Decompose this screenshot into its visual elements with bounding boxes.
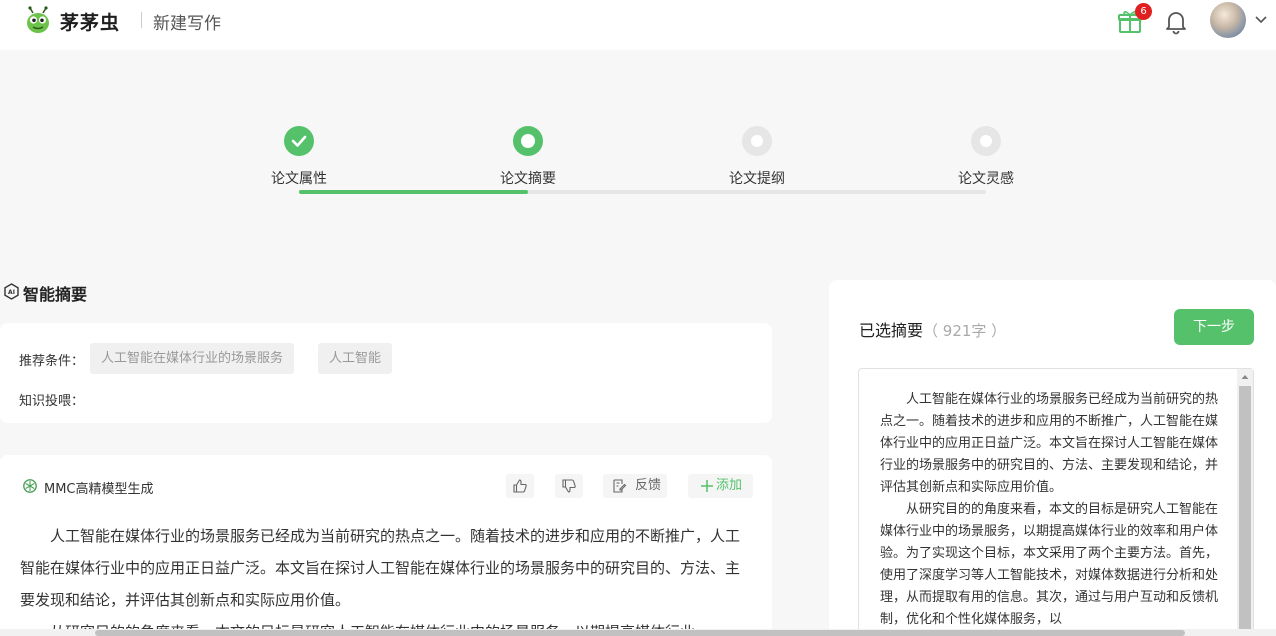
svg-text:AI: AI	[8, 289, 15, 296]
selected-abstract-box[interactable]: 人工智能在媒体行业的场景服务已经成为当前研究的热点之一。随着技术的进步和应用的不…	[858, 368, 1254, 636]
bug-logo-icon[interactable]	[24, 6, 52, 34]
scroll-up-arrow-icon[interactable]	[1240, 372, 1250, 382]
progress-steps	[0, 50, 1276, 280]
dislike-button[interactable]	[555, 474, 583, 498]
step-track-fill	[299, 190, 528, 194]
check-icon	[291, 135, 307, 147]
selected-title-text: 已选摘要	[859, 321, 924, 340]
selected-paragraph: 从研究目的的角度来看，本文的目标是研究人工智能在媒体行业中的场景服务，以期提高媒…	[880, 502, 1219, 627]
selected-abstract-title: 已选摘要（ 921字 ）	[859, 317, 1006, 341]
condition-tag[interactable]: 人工智能在媒体行业的场景服务	[90, 343, 295, 374]
step-label: 论文属性	[271, 171, 327, 187]
feedback-label: 反馈	[635, 478, 662, 493]
add-button[interactable]: 添加	[688, 474, 753, 498]
add-label: 添加	[716, 478, 743, 493]
word-count: （ 921字 ）	[923, 322, 1007, 340]
header-divider	[141, 12, 142, 28]
pending-dot	[751, 135, 763, 147]
thumbs-up-icon	[513, 479, 527, 493]
bell-icon[interactable]	[1164, 9, 1188, 35]
model-logo-icon	[23, 479, 37, 493]
plus-icon	[701, 480, 713, 492]
selected-paragraph: 人工智能在媒体行业的场景服务已经成为当前研究的热点之一。随着技术的进步和应用的不…	[880, 392, 1219, 495]
scrollbar-thumb[interactable]	[1239, 386, 1251, 636]
model-name: MMC高精模型生成	[44, 482, 154, 497]
next-step-button[interactable]: 下一步	[1174, 309, 1254, 345]
step-2-indicator	[513, 126, 543, 156]
step-label: 论文灵感	[958, 171, 1014, 187]
selected-abstract-text: 人工智能在媒体行业的场景服务已经成为当前研究的热点之一。随着技术的进步和应用的不…	[880, 389, 1220, 631]
generated-abstract-text: 人工智能在媒体行业的场景服务已经成为当前研究的热点之一。随着技术的进步和应用的不…	[20, 520, 750, 636]
step-1-indicator	[284, 126, 314, 156]
avatar[interactable]	[1210, 2, 1246, 38]
step-3-indicator	[742, 126, 772, 156]
condition-tag[interactable]: 人工智能	[318, 343, 393, 374]
recommend-label: 推荐条件：	[19, 354, 85, 369]
knowledge-label: 知识投喂：	[19, 394, 85, 409]
step-label: 论文摘要	[500, 171, 556, 187]
abstract-paragraph: 人工智能在媒体行业的场景服务已经成为当前研究的热点之一。随着技术的进步和应用的不…	[20, 527, 741, 609]
step-label: 论文提纲	[729, 171, 785, 187]
ai-icon: AI	[4, 283, 19, 300]
like-button[interactable]	[506, 474, 534, 498]
step-4-indicator	[971, 126, 1001, 156]
pending-dot	[980, 135, 992, 147]
edit-icon	[613, 479, 627, 493]
page-title: 新建写作	[153, 14, 221, 34]
active-dot	[521, 134, 535, 148]
feedback-button[interactable]: 反馈	[603, 474, 667, 498]
section-title: 智能摘要	[23, 285, 88, 304]
chevron-down-icon[interactable]	[1254, 12, 1268, 26]
brand-name[interactable]: 茅茅虫	[60, 8, 120, 35]
thumbs-down-icon	[562, 479, 576, 493]
notification-badge: 6	[1135, 3, 1152, 20]
horizontal-scrollbar-thumb[interactable]	[95, 630, 1185, 636]
